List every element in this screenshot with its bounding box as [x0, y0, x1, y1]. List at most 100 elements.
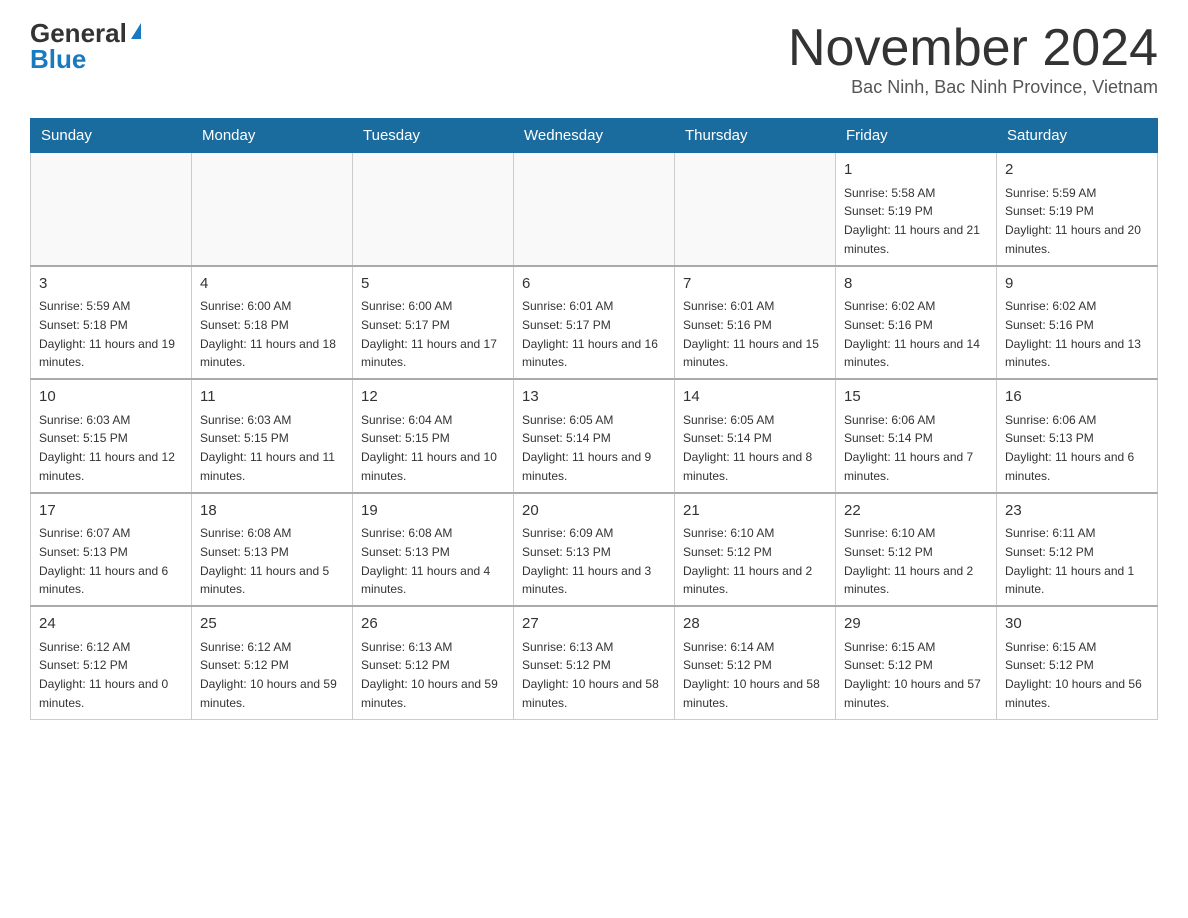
day-number: 8 — [844, 273, 988, 296]
day-info: Sunrise: 6:09 AM Sunset: 5:13 PM Dayligh… — [522, 526, 651, 596]
calendar-week-row: 1 Sunrise: 5:58 AM Sunset: 5:19 PM Daylig… — [31, 153, 1158, 266]
logo-general-text: General — [30, 20, 127, 46]
calendar-cell: 16Sunrise: 6:06 AM Sunset: 5:13 PM Dayli… — [997, 379, 1158, 493]
day-of-week-header: Wednesday — [514, 119, 675, 153]
calendar-cell: 13 Sunrise: 6:05 AM Sunset: 5:14 PM Dayli… — [514, 379, 675, 493]
day-info: Sunrise: 6:08 AM Sunset: 5:13 PM Dayligh… — [200, 526, 329, 596]
location-text: Bac Ninh, Bac Ninh Province, Vietnam — [788, 77, 1158, 98]
calendar-cell: 2 Sunrise: 5:59 AM Sunset: 5:19 PM Daylig… — [997, 153, 1158, 266]
calendar-cell: 10Sunrise: 6:03 AM Sunset: 5:15 PM Dayli… — [31, 379, 192, 493]
day-number: 14 — [683, 386, 827, 409]
calendar-cell: 28 Sunrise: 6:14 AM Sunset: 5:12 PM Dayli… — [675, 606, 836, 719]
calendar-cell: 8 Sunrise: 6:02 AM Sunset: 5:16 PM Daylig… — [836, 266, 997, 380]
day-number: 25 — [200, 613, 344, 636]
day-info: Sunrise: 6:06 AM Sunset: 5:14 PM Dayligh… — [844, 413, 973, 483]
calendar-cell — [31, 153, 192, 266]
calendar-cell: 4 Sunrise: 6:00 AM Sunset: 5:18 PM Daylig… — [192, 266, 353, 380]
day-number: 15 — [844, 386, 988, 409]
day-number: 23 — [1005, 500, 1149, 523]
calendar-header-row: SundayMondayTuesdayWednesdayThursdayFrid… — [31, 119, 1158, 153]
day-number: 1 — [844, 159, 988, 182]
calendar-cell: 17Sunrise: 6:07 AM Sunset: 5:13 PM Dayli… — [31, 493, 192, 607]
day-number: 18 — [200, 500, 344, 523]
day-number: 9 — [1005, 273, 1149, 296]
page-header: General Blue November 2024 Bac Ninh, Bac… — [30, 20, 1158, 98]
day-number: 29 — [844, 613, 988, 636]
calendar-cell: 5 Sunrise: 6:00 AM Sunset: 5:17 PM Daylig… — [353, 266, 514, 380]
day-number: 22 — [844, 500, 988, 523]
calendar-cell: 25Sunrise: 6:12 AM Sunset: 5:12 PM Dayli… — [192, 606, 353, 719]
day-number: 3 — [39, 273, 183, 296]
day-info: Sunrise: 6:00 AM Sunset: 5:17 PM Dayligh… — [361, 299, 497, 369]
day-info: Sunrise: 6:12 AM Sunset: 5:12 PM Dayligh… — [39, 640, 168, 710]
calendar-cell: 29 Sunrise: 6:15 AM Sunset: 5:12 PM Dayli… — [836, 606, 997, 719]
calendar-cell: 6Sunrise: 6:01 AM Sunset: 5:17 PM Daylig… — [514, 266, 675, 380]
day-info: Sunrise: 6:11 AM Sunset: 5:12 PM Dayligh… — [1005, 526, 1134, 596]
day-of-week-header: Sunday — [31, 119, 192, 153]
day-of-week-header: Thursday — [675, 119, 836, 153]
day-info: Sunrise: 5:59 AM Sunset: 5:19 PM Dayligh… — [1005, 186, 1141, 256]
calendar-week-row: 17Sunrise: 6:07 AM Sunset: 5:13 PM Dayli… — [31, 493, 1158, 607]
day-info: Sunrise: 6:04 AM Sunset: 5:15 PM Dayligh… — [361, 413, 497, 483]
day-number: 10 — [39, 386, 183, 409]
day-number: 19 — [361, 500, 505, 523]
day-info: Sunrise: 6:05 AM Sunset: 5:14 PM Dayligh… — [522, 413, 651, 483]
logo: General Blue — [30, 20, 141, 72]
day-info: Sunrise: 6:13 AM Sunset: 5:12 PM Dayligh… — [522, 640, 659, 710]
calendar-cell: 26Sunrise: 6:13 AM Sunset: 5:12 PM Dayli… — [353, 606, 514, 719]
day-number: 11 — [200, 386, 344, 409]
day-number: 28 — [683, 613, 827, 636]
day-number: 7 — [683, 273, 827, 296]
calendar-cell: 20 Sunrise: 6:09 AM Sunset: 5:13 PM Dayli… — [514, 493, 675, 607]
day-info: Sunrise: 6:14 AM Sunset: 5:12 PM Dayligh… — [683, 640, 820, 710]
calendar-cell: 18 Sunrise: 6:08 AM Sunset: 5:13 PM Dayli… — [192, 493, 353, 607]
day-info: Sunrise: 6:08 AM Sunset: 5:13 PM Dayligh… — [361, 526, 490, 596]
calendar-cell: 3 Sunrise: 5:59 AM Sunset: 5:18 PM Daylig… — [31, 266, 192, 380]
day-number: 27 — [522, 613, 666, 636]
day-info: Sunrise: 6:06 AM Sunset: 5:13 PM Dayligh… — [1005, 413, 1134, 483]
day-info: Sunrise: 6:01 AM Sunset: 5:16 PM Dayligh… — [683, 299, 819, 369]
day-of-week-header: Saturday — [997, 119, 1158, 153]
day-number: 20 — [522, 500, 666, 523]
calendar-cell: 1 Sunrise: 5:58 AM Sunset: 5:19 PM Daylig… — [836, 153, 997, 266]
day-info: Sunrise: 6:03 AM Sunset: 5:15 PM Dayligh… — [200, 413, 335, 483]
calendar-cell — [353, 153, 514, 266]
calendar-cell: 22 Sunrise: 6:10 AM Sunset: 5:12 PM Dayli… — [836, 493, 997, 607]
calendar-cell: 11 Sunrise: 6:03 AM Sunset: 5:15 PM Dayli… — [192, 379, 353, 493]
day-of-week-header: Monday — [192, 119, 353, 153]
calendar-week-row: 24 Sunrise: 6:12 AM Sunset: 5:12 PM Dayli… — [31, 606, 1158, 719]
calendar-cell — [675, 153, 836, 266]
day-number: 30 — [1005, 613, 1149, 636]
day-info: Sunrise: 6:13 AM Sunset: 5:12 PM Dayligh… — [361, 640, 498, 710]
month-title: November 2024 — [788, 20, 1158, 77]
day-number: 17 — [39, 500, 183, 523]
calendar-cell: 14 Sunrise: 6:05 AM Sunset: 5:14 PM Dayli… — [675, 379, 836, 493]
calendar-cell: 9 Sunrise: 6:02 AM Sunset: 5:16 PM Daylig… — [997, 266, 1158, 380]
day-number: 4 — [200, 273, 344, 296]
day-number: 5 — [361, 273, 505, 296]
day-info: Sunrise: 6:02 AM Sunset: 5:16 PM Dayligh… — [844, 299, 980, 369]
calendar-week-row: 3 Sunrise: 5:59 AM Sunset: 5:18 PM Daylig… — [31, 266, 1158, 380]
logo-blue-text: Blue — [30, 46, 86, 72]
day-info: Sunrise: 5:59 AM Sunset: 5:18 PM Dayligh… — [39, 299, 175, 369]
calendar-cell: 23 Sunrise: 6:11 AM Sunset: 5:12 PM Dayli… — [997, 493, 1158, 607]
day-info: Sunrise: 5:58 AM Sunset: 5:19 PM Dayligh… — [844, 186, 980, 256]
day-info: Sunrise: 6:10 AM Sunset: 5:12 PM Dayligh… — [683, 526, 812, 596]
calendar-cell: 30Sunrise: 6:15 AM Sunset: 5:12 PM Dayli… — [997, 606, 1158, 719]
day-info: Sunrise: 6:15 AM Sunset: 5:12 PM Dayligh… — [844, 640, 981, 710]
day-info: Sunrise: 6:05 AM Sunset: 5:14 PM Dayligh… — [683, 413, 812, 483]
calendar-cell: 27 Sunrise: 6:13 AM Sunset: 5:12 PM Dayli… — [514, 606, 675, 719]
day-number: 24 — [39, 613, 183, 636]
day-of-week-header: Friday — [836, 119, 997, 153]
logo-triangle-icon — [131, 23, 141, 39]
day-info: Sunrise: 6:10 AM Sunset: 5:12 PM Dayligh… — [844, 526, 973, 596]
calendar-cell — [192, 153, 353, 266]
calendar-cell: 21Sunrise: 6:10 AM Sunset: 5:12 PM Dayli… — [675, 493, 836, 607]
day-number: 2 — [1005, 159, 1149, 182]
day-info: Sunrise: 6:02 AM Sunset: 5:16 PM Dayligh… — [1005, 299, 1141, 369]
day-of-week-header: Tuesday — [353, 119, 514, 153]
title-block: November 2024 Bac Ninh, Bac Ninh Provinc… — [788, 20, 1158, 98]
day-number: 13 — [522, 386, 666, 409]
day-info: Sunrise: 6:00 AM Sunset: 5:18 PM Dayligh… — [200, 299, 336, 369]
calendar-cell: 12Sunrise: 6:04 AM Sunset: 5:15 PM Dayli… — [353, 379, 514, 493]
